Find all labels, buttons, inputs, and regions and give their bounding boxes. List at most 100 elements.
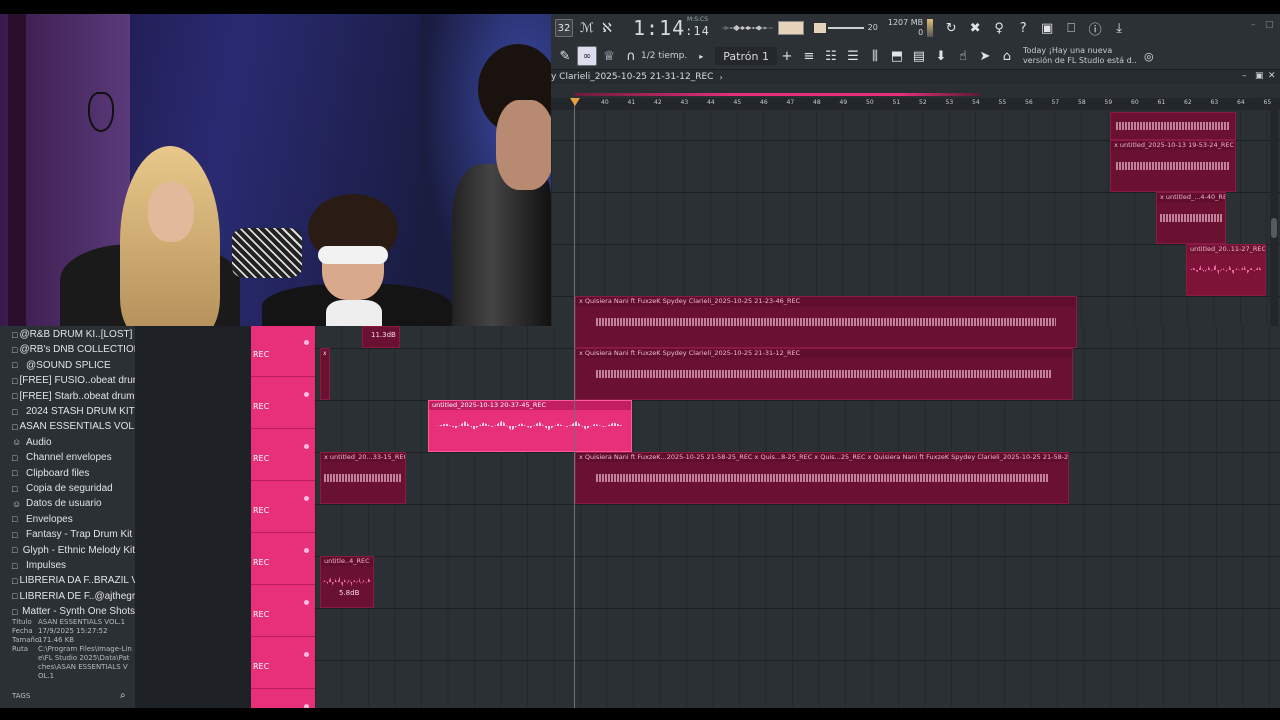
audio-clip[interactable]: x untitled_2025-10-13 19-53-24_REC: [1110, 140, 1236, 192]
browser-item[interactable]: ☺ Datos de usuario: [0, 496, 135, 511]
playlist-maximize-icon[interactable]: ▣: [1255, 71, 1264, 81]
help-icon[interactable]: ?: [1013, 18, 1033, 38]
audio-clip[interactable]: x Quisiera Nani ft FuxzeK Spydey Clariel…: [575, 348, 1073, 400]
plugin-icon[interactable]: ⎕: [1061, 18, 1081, 38]
globe-icon[interactable]: ◎: [1139, 46, 1159, 66]
track-mute-dot[interactable]: [304, 444, 309, 449]
search-icon[interactable]: ⌕: [120, 690, 126, 701]
news-text-1[interactable]: ¡Hay una nueva: [1049, 46, 1113, 55]
track-mute-dot[interactable]: [304, 340, 309, 345]
browser-item[interactable]: ☺ Audio: [0, 435, 135, 450]
stamp-icon[interactable]: ♕: [599, 46, 619, 66]
browser-item[interactable]: □ Matter - Synth One Shots: [0, 604, 135, 619]
folder-icon: □: [12, 421, 18, 432]
vertical-scrollbar[interactable]: [1270, 110, 1278, 326]
track-rec-label[interactable]: REC: [251, 402, 301, 411]
download-icon[interactable]: ⤓: [1109, 18, 1129, 38]
audio-clip[interactable]: [1110, 112, 1236, 140]
browser-item[interactable]: □ Clipboard files: [0, 466, 135, 481]
track-rec-label[interactable]: REC: [251, 662, 301, 671]
snap-selector[interactable]: 1/2 tiemp.: [641, 51, 687, 61]
pattern-song-toggle[interactable]: 32: [555, 19, 573, 37]
add-pattern-icon[interactable]: +: [777, 46, 797, 66]
track-rec-label[interactable]: REC: [251, 350, 301, 359]
browser-item[interactable]: □ ASAN ESSENTIALS VOL.1: [0, 419, 135, 434]
microphone-icon[interactable]: ♀: [989, 18, 1009, 38]
browser-item[interactable]: □ Envelopes: [0, 512, 135, 527]
browser-item[interactable]: □ Glyph - Ethnic Melody Kit: [0, 543, 135, 558]
playlist-icon[interactable]: ≡: [799, 46, 819, 66]
browser-item-label: [FREE] Starb..obeat drumkit: [19, 390, 135, 402]
browser-item[interactable]: □LIBRERIA DA F..BRAZIL VOL 1: [0, 573, 135, 588]
arrow-icon[interactable]: ➤: [975, 46, 995, 66]
chevron-right-icon[interactable]: ›: [719, 73, 722, 82]
audio-clip[interactable]: x: [320, 348, 330, 400]
channel-rack-icon[interactable]: ☰: [843, 46, 863, 66]
browser-item[interactable]: □ 2024 STASH DRUM KIT: [0, 404, 135, 419]
browser-item[interactable]: □ Copia de seguridad: [0, 481, 135, 496]
clip-waveform: [323, 576, 371, 587]
time-selection-highlight[interactable]: [575, 93, 980, 96]
person-left-face: [148, 182, 194, 242]
magnet-icon[interactable]: ∩: [621, 46, 641, 66]
track-mute-dot[interactable]: [304, 600, 309, 605]
track-mute-dot[interactable]: [304, 548, 309, 553]
track-rec-label[interactable]: REC: [251, 454, 301, 463]
close-x-icon[interactable]: ✖: [965, 18, 985, 38]
audio-clip[interactable]: x untitled_...4-40_REC: [1156, 192, 1226, 244]
news-text-2[interactable]: versión de FL Studio está d..: [1023, 56, 1137, 66]
ruler-tick-label: 54: [972, 99, 980, 106]
restore-icon[interactable]: □: [1265, 20, 1274, 30]
timeline-ruler[interactable]: 40 41 42 43 44 45 46 47 48 49 50 51 52 53 54 55 56 57 58 59…: [551, 98, 1280, 110]
browser-icon[interactable]: ⬒: [887, 46, 907, 66]
playlist-close-icon[interactable]: ✕: [1268, 71, 1276, 81]
browser-item[interactable]: □ @SOUND SPLICE: [0, 358, 135, 373]
refresh-icon[interactable]: ↻: [941, 18, 961, 38]
mixer-icon[interactable]: ⫼: [865, 46, 885, 66]
browser-divider-area: [135, 326, 251, 708]
browser-item[interactable]: □ [FREE] Starb..obeat drumkit: [0, 389, 135, 404]
audio-clip[interactable]: x Quisiera Nani ft FuxzeK Spydey Clariel…: [575, 296, 1077, 348]
link-icon[interactable]: ∞: [577, 46, 597, 66]
tags-label[interactable]: TAGS: [12, 692, 30, 700]
clipboard-icon[interactable]: ▤: [909, 46, 929, 66]
wait-record-icon[interactable]: ℵ: [597, 18, 617, 38]
cart-icon[interactable]: ⌂: [997, 46, 1017, 66]
playhead-marker[interactable]: [570, 98, 580, 106]
save-icon[interactable]: ▣: [1037, 18, 1057, 38]
minimize-icon[interactable]: –: [1251, 20, 1256, 30]
track-rec-label[interactable]: REC: [251, 610, 301, 619]
track-mute-dot[interactable]: [304, 652, 309, 657]
pencil-icon[interactable]: ✎: [555, 46, 575, 66]
track-rec-label[interactable]: REC: [251, 506, 301, 515]
scrollbar-thumb[interactable]: [1271, 218, 1277, 238]
browser-item[interactable]: □ Channel envelopes: [0, 450, 135, 465]
audio-clip[interactable]: untitled_2025-10-13 20-37-45_REC: [428, 400, 632, 452]
browser-item[interactable]: □LIBRERIA DE F..@ajthegrease: [0, 589, 135, 604]
browser-item[interactable]: □ @RB's DNB COLLECTION: [0, 342, 135, 357]
metronome-icon[interactable]: ℳ: [577, 18, 597, 38]
audio-clip[interactable]: 11.3dB: [362, 326, 400, 348]
info-icon[interactable]: ⓘ: [1085, 18, 1105, 38]
browser-item[interactable]: □ Fantasy - Trap Drum Kit: [0, 527, 135, 542]
audio-clip[interactable]: x untitled_20...33-15_REC: [320, 452, 406, 504]
touch-icon[interactable]: ☝: [953, 46, 973, 66]
plug-icon[interactable]: ⬇: [931, 46, 951, 66]
piano-roll-icon[interactable]: ☷: [821, 46, 841, 66]
audio-clip[interactable]: x Quisiera Nani ft FuxzeK...2025-10-25 2…: [575, 452, 1069, 504]
mini-piano-icon[interactable]: [777, 21, 804, 35]
folder-icon: □: [12, 529, 18, 540]
audio-clip[interactable]: untitle..4_REC 5.8dB: [320, 556, 374, 608]
audio-clip[interactable]: untitled_20..11-27_REC: [1186, 244, 1266, 296]
track-mute-dot[interactable]: [304, 392, 309, 397]
news-date: Today: [1022, 46, 1047, 55]
pattern-selector[interactable]: Patrón 1: [715, 47, 777, 65]
browser-item[interactable]: □@R&B DRUM KI..[LOST] 2023: [0, 327, 135, 342]
playlist-minimize-icon[interactable]: –: [1242, 71, 1247, 81]
master-volume-slider[interactable]: [827, 27, 864, 29]
track-mute-dot[interactable]: [304, 496, 309, 501]
track-rec-label[interactable]: REC: [251, 558, 301, 567]
browser-item[interactable]: □ Impulses: [0, 558, 135, 573]
arrow-right-icon[interactable]: ▸: [691, 46, 711, 66]
browser-item[interactable]: □[FREE] FUSIO..obeat drumkit: [0, 373, 135, 388]
